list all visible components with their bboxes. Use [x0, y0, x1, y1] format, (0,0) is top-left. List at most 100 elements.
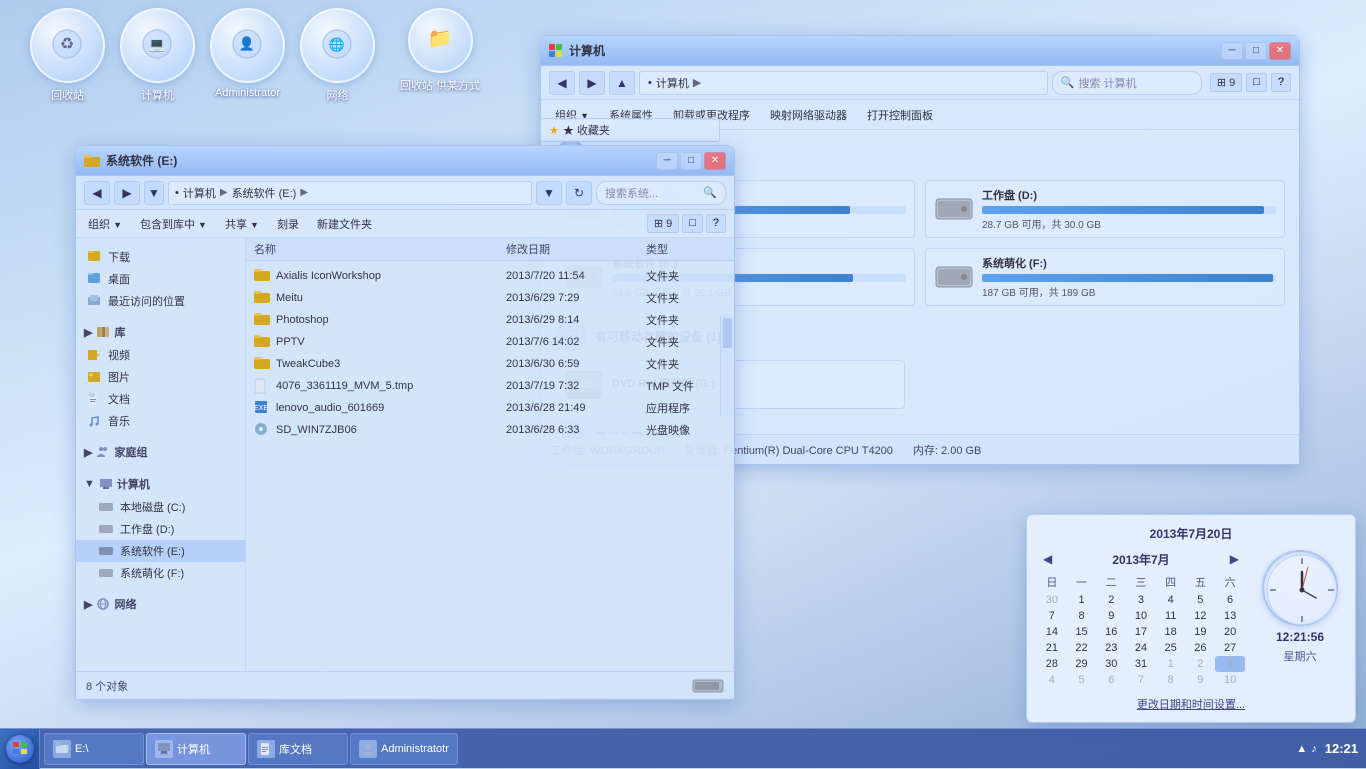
forward-button[interactable]: ▶ [579, 71, 605, 95]
file-item-0[interactable]: Axialis IconWorkshop 2013/7/20 11:54 文件夹 [246, 265, 734, 287]
menu-new-folder[interactable]: 新建文件夹 [313, 214, 376, 234]
file-item-3[interactable]: PPTV 2013/7/6 14:02 文件夹 [246, 331, 734, 353]
sidebar-drive-d[interactable]: 工作盘 (D:) [76, 518, 245, 540]
cal-day-3-6[interactable]: 27 [1215, 640, 1245, 656]
help-btn[interactable]: ? [1271, 73, 1291, 92]
homegroup-header[interactable]: ▶ 家庭组 [76, 440, 245, 464]
cal-day-2-1[interactable]: 15 [1067, 624, 1097, 640]
cal-day-2-5[interactable]: 19 [1186, 624, 1216, 640]
maximize-button[interactable]: □ [1245, 42, 1267, 60]
cal-day-4-4[interactable]: 1 [1156, 656, 1186, 672]
vertical-scrollbar[interactable] [720, 316, 734, 416]
cal-day-3-4[interactable]: 25 [1156, 640, 1186, 656]
taskbar-item-computer[interactable]: 计算机 [146, 733, 246, 765]
desktop-icon-admin[interactable]: 👤 Administrator [210, 8, 285, 103]
menu-control-panel[interactable]: 打开控制面板 [861, 104, 939, 126]
cal-day-1-5[interactable]: 12 [1186, 608, 1216, 624]
explorer-dropdown[interactable]: ▼ [144, 181, 164, 205]
cal-day-4-1[interactable]: 29 [1067, 656, 1097, 672]
cal-day-4-5[interactable]: 2 [1186, 656, 1216, 672]
sidebar-desktop[interactable]: 桌面 [76, 268, 245, 290]
cal-day-0-2[interactable]: 2 [1096, 592, 1126, 608]
desktop-icon-recycle1[interactable]: ♻ 回收站 [30, 8, 105, 103]
file-item-4[interactable]: TweakCube3 2013/6/30 6:59 文件夹 [246, 353, 734, 375]
view-icons-btn[interactable]: □ [1246, 73, 1267, 92]
cal-day-2-4[interactable]: 18 [1156, 624, 1186, 640]
drive-f[interactable]: 系统萌化 (F:) 187 GB 可用，共 189 GB [925, 248, 1285, 306]
menu-include-lib[interactable]: 包含到库中 ▼ [136, 214, 211, 234]
cal-day-3-1[interactable]: 22 [1067, 640, 1097, 656]
menu-map-drive[interactable]: 映射网络驱动器 [764, 104, 853, 126]
cal-next-btn[interactable]: ▶ [1224, 550, 1245, 568]
desktop-icon-computer[interactable]: 💻 计算机 [120, 8, 195, 103]
cal-day-2-6[interactable]: 20 [1215, 624, 1245, 640]
close-button[interactable]: ✕ [1269, 42, 1291, 60]
taskbar-clock[interactable]: 12:21 [1325, 741, 1358, 756]
file-item-7[interactable]: SD_WIN7ZJB06 2013/6/28 6:33 光盘映像 [246, 419, 734, 441]
cal-day-5-4[interactable]: 8 [1156, 672, 1186, 688]
minimize-button[interactable]: ─ [1221, 42, 1243, 60]
cal-day-2-0[interactable]: 14 [1037, 624, 1067, 640]
menu-organize-exp[interactable]: 组织 ▼ [84, 214, 126, 234]
calendar-footer-link[interactable]: 更改日期和时间设置... [1037, 696, 1345, 712]
explorer-maximize[interactable]: □ [680, 152, 702, 170]
desktop-icon-network[interactable]: 🌐 网络 [300, 8, 375, 103]
cal-day-1-3[interactable]: 10 [1126, 608, 1156, 624]
cal-day-5-2[interactable]: 6 [1096, 672, 1126, 688]
cal-day-3-5[interactable]: 26 [1186, 640, 1216, 656]
cal-day-1-0[interactable]: 7 [1037, 608, 1067, 624]
cal-day-3-3[interactable]: 24 [1126, 640, 1156, 656]
back-button[interactable]: ◀ [549, 71, 575, 95]
sidebar-drive-c[interactable]: 本地磁盘 (C:) [76, 496, 245, 518]
help-btn-exp[interactable]: ? [706, 214, 726, 233]
cal-day-4-6[interactable]: 3 [1215, 656, 1245, 672]
tray-expand-icon[interactable]: ▲ [1296, 743, 1307, 755]
file-item-2[interactable]: Photoshop 2013/6/29 8:14 文件夹 [246, 309, 734, 331]
sidebar-recent[interactable]: 最近访问的位置 [76, 290, 245, 312]
computer-sidebar-header[interactable]: ▼ 计算机 [76, 472, 245, 496]
cal-day-4-0[interactable]: 28 [1037, 656, 1067, 672]
sidebar-download[interactable]: 下载 [76, 246, 245, 268]
cal-day-1-4[interactable]: 11 [1156, 608, 1186, 624]
view-list-btn[interactable]: ⊞ 9 [1210, 73, 1242, 92]
cal-day-1-2[interactable]: 9 [1096, 608, 1126, 624]
cal-day-1-1[interactable]: 8 [1067, 608, 1097, 624]
scroll-thumb[interactable] [723, 318, 732, 348]
drive-d[interactable]: 工作盘 (D:) 28.7 GB 可用，共 30.0 GB [925, 180, 1285, 238]
cal-day-4-3[interactable]: 31 [1126, 656, 1156, 672]
cal-day-1-6[interactable]: 13 [1215, 608, 1245, 624]
file-item-5[interactable]: 4076_3361119_MVM_5.tmp 2013/7/19 7:32 TM… [246, 375, 734, 397]
cal-day-0-0[interactable]: 30 [1037, 592, 1067, 608]
taskbar-item-admin[interactable]: Administratotr [350, 733, 458, 765]
desktop-icon-recycle2[interactable]: 📁 回收站 供某方式 [400, 8, 480, 103]
computer-search-bar[interactable]: 🔍 搜索 计算机 [1052, 71, 1202, 95]
cal-prev-btn[interactable]: ◀ [1037, 550, 1058, 568]
explorer-forward[interactable]: ▶ [114, 181, 140, 205]
cal-day-0-6[interactable]: 6 [1215, 592, 1245, 608]
refresh-btn[interactable]: ↻ [566, 181, 592, 205]
explorer-address[interactable]: • 计算机 ▶ 系统软件 (E:) ▶ [168, 181, 532, 205]
explorer-back[interactable]: ◀ [84, 181, 110, 205]
cal-day-3-2[interactable]: 23 [1096, 640, 1126, 656]
explorer-search[interactable]: 搜索系统... 🔍 [596, 181, 726, 205]
cal-day-2-2[interactable]: 16 [1096, 624, 1126, 640]
start-button[interactable] [0, 729, 40, 769]
explorer-minimize[interactable]: ─ [656, 152, 678, 170]
file-item-6[interactable]: EXE lenovo_audio_601669 2013/6/28 21:49 … [246, 397, 734, 419]
cal-day-5-1[interactable]: 5 [1067, 672, 1097, 688]
cal-day-0-1[interactable]: 1 [1067, 592, 1097, 608]
cal-day-0-4[interactable]: 4 [1156, 592, 1186, 608]
cal-day-2-3[interactable]: 17 [1126, 624, 1156, 640]
network-sidebar-header[interactable]: ▶ 网络 [76, 592, 245, 616]
explorer-close[interactable]: ✕ [704, 152, 726, 170]
up-button[interactable]: ▲ [609, 71, 635, 95]
cal-day-3-0[interactable]: 21 [1037, 640, 1067, 656]
sidebar-documents[interactable]: 文档 [76, 388, 245, 410]
menu-burn[interactable]: 刻录 [273, 214, 303, 234]
taskbar-item-explorer[interactable]: E:\ [44, 733, 144, 765]
view-btn-1[interactable]: ⊞ 9 [647, 214, 679, 233]
cal-day-5-3[interactable]: 7 [1126, 672, 1156, 688]
sidebar-music[interactable]: 音乐 [76, 410, 245, 432]
view-btn-2[interactable]: □ [682, 214, 703, 233]
sidebar-video[interactable]: 视频 [76, 344, 245, 366]
